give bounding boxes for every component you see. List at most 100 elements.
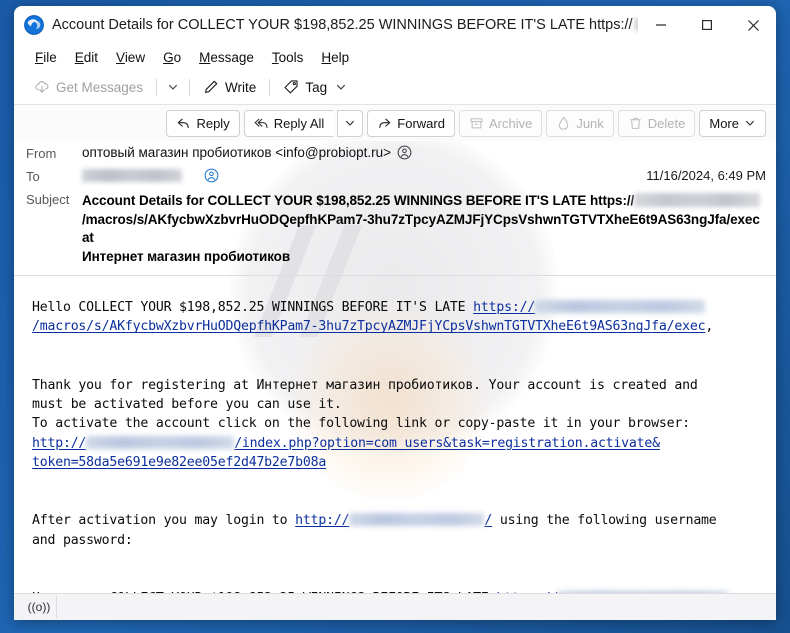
menu-edit-label: dit [83,49,99,65]
menu-tools-key: T [271,49,279,65]
menu-edit[interactable]: Edit [66,48,107,67]
menu-help[interactable]: Help [312,48,358,67]
body-para2-line2: and password: [32,532,133,548]
from-row: From оптовый магазин пробиотиков <info@p… [26,144,766,167]
body-para1-line3: To activate the account click on the fol… [32,416,690,432]
forward-label: Forward [397,115,445,131]
menu-tools-label: ools [278,49,304,65]
menu-go-label: o [173,49,182,65]
archive-button[interactable]: Archive [458,109,543,137]
chevron-down-icon [746,120,754,126]
junk-button[interactable]: Junk [546,109,614,137]
menu-tools[interactable]: Tools [263,48,313,67]
message-action-toolbar: Reply Reply All Forward Archive Junk Del… [14,105,776,141]
body-para1-line2: must be activated before you can use it. [32,397,342,413]
forward-button[interactable]: Forward [367,109,455,137]
message-body-pane[interactable]: Hello COLLECT YOUR $198,852.25 WINNINGS … [14,276,776,593]
menu-go-key: G [163,49,174,65]
body-link-3-slash[interactable]: / [484,513,492,528]
chevron-down-icon [337,84,346,90]
reply-label: Reply [196,115,230,131]
to-value-wrap [82,168,636,183]
body-link-3-scheme[interactable]: http:// [295,513,349,528]
more-button[interactable]: More [699,109,766,137]
message-date: 11/16/2024, 6:49 PM [646,168,766,183]
toolbar-divider-1 [156,78,158,96]
tag-label: Tag [305,79,328,95]
pencil-icon [205,80,218,93]
message-body: Hello COLLECT YOUR $198,852.25 WINNINGS … [14,276,776,593]
get-messages-dropdown[interactable] [162,78,184,96]
menu-file-label: ile [43,49,57,65]
menu-file[interactable]: File [26,48,66,67]
junk-flame-icon [559,116,569,130]
subject-part-3: Интернет магазин пробиотиков [82,248,291,264]
from-label: From [26,146,57,161]
message-headers: From оптовый магазин пробиотиков <info@p… [14,141,776,276]
main-toolbar: Get Messages Write Tag [14,70,776,105]
write-button[interactable]: Write [195,76,264,98]
minimize-button[interactable] [638,6,684,44]
body-link-2-query[interactable]: /index.php?option=com_users&task=registr… [234,436,660,451]
menu-message-label: essage [210,49,254,65]
body-link-3-redaction [349,513,485,527]
maximize-button[interactable] [684,6,730,44]
body-link-2-scheme[interactable]: http:// [32,436,86,451]
window-title-text: Account Details for COLLECT YOUR $198,85… [52,17,633,33]
get-messages-button[interactable]: Get Messages [26,76,151,98]
thunderbird-window: // Account Details for COLLECT YOUR $198… [14,6,776,620]
menu-message[interactable]: Message [190,48,263,67]
contact-avatar-icon[interactable] [204,168,219,183]
tag-button[interactable]: Tag [275,76,355,98]
window-title-redaction [633,18,638,31]
menu-edit-key: E [74,49,84,65]
window-title: Account Details for COLLECT YOUR $198,85… [52,6,638,44]
to-row: To 11/16/2024, 6:49 PM [26,167,766,190]
subject-label: Subject [26,192,70,207]
subject-row: Subject Account Details for COLLECT YOUR… [26,190,766,267]
menu-view-label: iew [124,49,146,65]
reply-all-dropdown[interactable] [337,109,364,137]
add-contact-icon[interactable] [397,145,412,160]
reply-all-button[interactable]: Reply All [243,109,334,137]
delete-label: Delete [647,115,686,131]
body-link-1-path[interactable]: /macros/s/AKfycbwXzbvrHuODQepfhKPam7-3hu… [32,319,706,334]
window-controls [638,6,776,44]
title-bar: Account Details for COLLECT YOUR $198,85… [14,6,776,44]
status-bar: ((o)) [14,593,776,620]
get-messages-label: Get Messages [56,79,144,95]
chevron-down-icon [346,120,355,126]
menu-help-key: H [321,49,332,65]
menu-view[interactable]: View [107,48,154,67]
reply-button[interactable]: Reply [166,109,240,137]
menu-file-key: F [35,49,44,65]
body-link-2-redaction [86,435,235,449]
thunderbird-logo-icon [24,15,44,35]
online-status-indicator[interactable]: ((o)) [22,596,57,618]
body-link-1-redaction [535,300,706,313]
write-label: Write [225,79,257,95]
menu-bar: File Edit View Go Message Tools Help [14,44,776,70]
delete-button[interactable]: Delete [617,109,696,137]
subject-part-1: Account Details for COLLECT YOUR $198,85… [82,193,635,208]
subject-part-2: /macros/s/AKfycbwXzbvrHuODQepfhKPam7-3hu… [82,211,760,246]
body-greeting-suffix: , [705,319,714,335]
forward-icon [379,118,391,128]
subject-redaction [634,193,761,207]
reply-icon [178,118,190,128]
from-value[interactable]: оптовый магазин пробиотиков <info@probio… [82,145,391,160]
to-value-redaction [82,169,182,182]
reply-all-label: Reply All [273,115,325,131]
junk-label: Junk [576,115,604,131]
body-link-2-token[interactable]: token=58da5e691e9e82ee05ef2d47b2e7b08a [32,455,326,470]
to-label: To [26,169,40,184]
menu-help-label: elp [331,49,350,65]
trash-icon [630,117,641,129]
menu-message-key: M [199,49,211,65]
menu-go[interactable]: Go [154,48,190,67]
close-button[interactable] [730,6,776,44]
body-para2-suffix: using the following username [492,513,717,529]
online-indicator-icon: ((o)) [27,600,51,614]
from-value-wrap: оптовый магазин пробиотиков <info@probio… [82,145,766,160]
body-link-1-scheme[interactable]: https:// [473,300,535,315]
